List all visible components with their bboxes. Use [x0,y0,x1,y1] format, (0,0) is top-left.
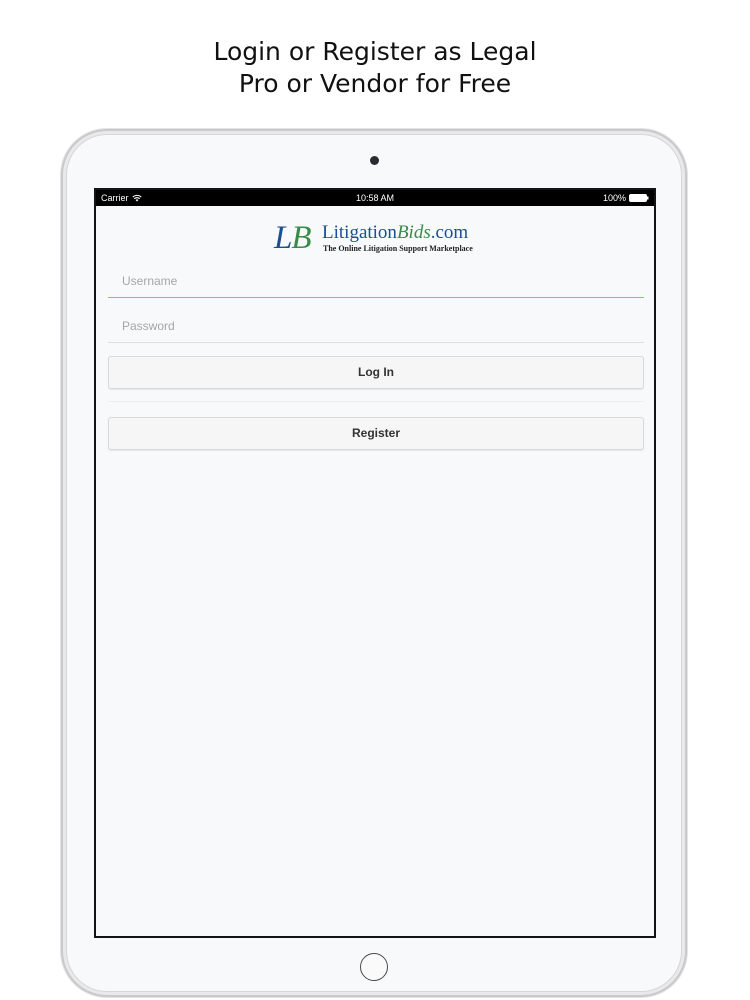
register-button[interactable]: Register [108,417,644,450]
status-right: 100% [603,190,649,206]
divider [108,401,644,402]
status-time: 10:58 AM [355,193,395,203]
battery-icon [629,194,649,202]
app-screen: Carrier 10:58 AM 100% LB LitigationBids.… [94,188,656,938]
logo-name-com: .com [430,222,469,243]
logo-name-bids: Bids [396,222,431,243]
battery-percent: 100% [602,193,626,203]
logo-mark-l: L [274,220,292,256]
logo-name-litigation: Litigation [322,222,397,243]
logo-name: LitigationBids.com [322,223,468,243]
litigationbids-logo: LB LitigationBids.com The Online Litigat… [274,220,484,257]
page-headline: Login or Register as Legal Pro or Vendor… [0,36,750,100]
home-button[interactable] [360,953,388,981]
logo-tagline: The Online Litigation Support Marketplac… [323,244,473,253]
username-input[interactable] [108,264,644,298]
logo-mark-b: B [291,220,311,256]
logo-mark: LB [274,220,312,256]
headline-line-2: Pro or Vendor for Free [238,69,512,98]
login-button[interactable]: Log In [108,356,644,389]
headline-line-1: Login or Register as Legal [213,37,537,66]
password-input[interactable] [108,309,644,343]
camera-icon [370,156,379,165]
status-bar: Carrier 10:58 AM 100% [96,190,654,206]
